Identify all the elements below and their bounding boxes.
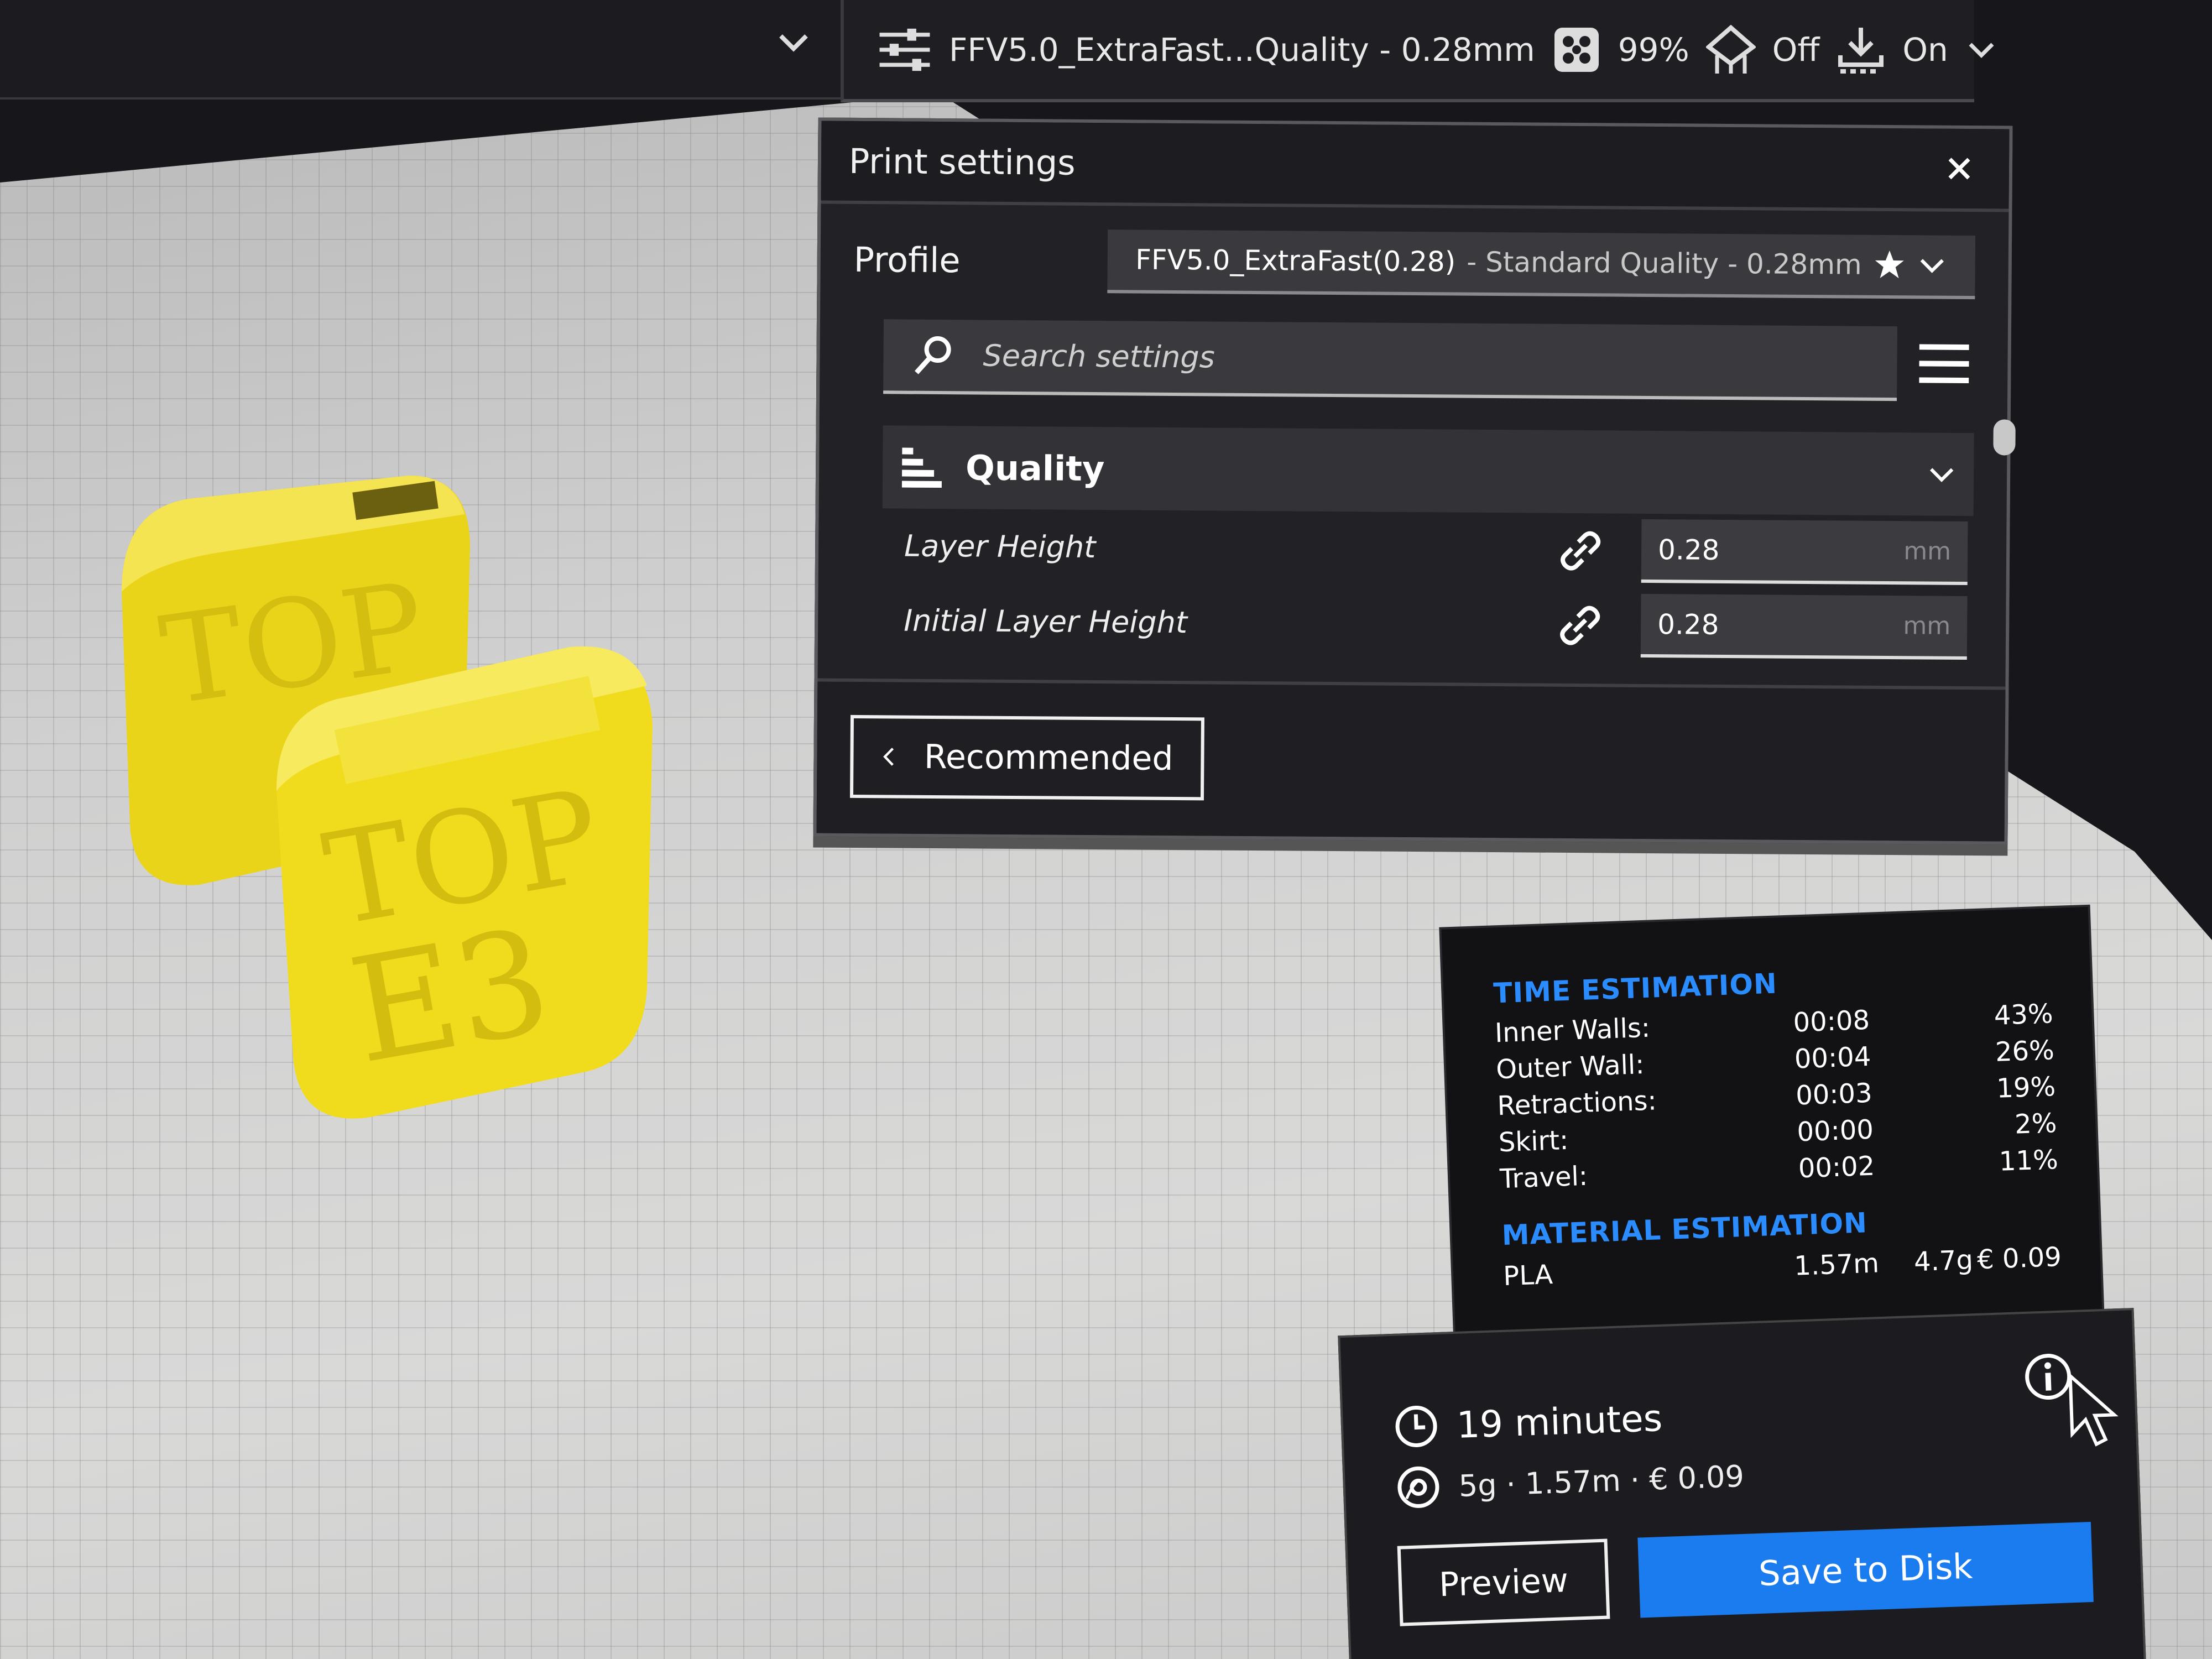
estimation-percent: 2% xyxy=(2014,1108,2058,1140)
adhesion-value: On xyxy=(1902,30,1948,69)
print-setup-toolbar[interactable]: FFV5.0_ExtraFast...Quality - 0.28mm 99% … xyxy=(841,0,1994,102)
search-box[interactable] xyxy=(883,319,1897,401)
profile-label: Profile xyxy=(853,239,961,280)
left-toolbar-strip xyxy=(0,0,841,100)
estimation-time: 00:04 xyxy=(1794,1041,1872,1075)
print-settings-panel: Print settings Profile FFV5.0_ExtraFast(… xyxy=(813,117,2016,845)
quality-icon xyxy=(901,447,942,488)
material-weight: 4.7g xyxy=(1913,1244,1974,1278)
chevron-left-icon xyxy=(883,748,894,766)
setting-row-initial-layer-height: Initial Layer Height 0.28 mm xyxy=(904,583,1968,665)
profile-dropdown[interactable]: FFV5.0_ExtraFast(0.28) - Standard Qualit… xyxy=(1107,229,1976,299)
spool-icon xyxy=(1397,1466,1439,1508)
link-icon[interactable] xyxy=(1553,523,1609,578)
output-panel: 19 minutes 5g · 1.57m · € 0.09 Preview S… xyxy=(1338,1308,2146,1659)
search-input[interactable] xyxy=(983,338,1870,379)
material-cost: € 0.09 xyxy=(1976,1241,2062,1276)
quality-section-header[interactable]: Quality xyxy=(882,419,2016,517)
recommended-label: Recommended xyxy=(924,737,1173,778)
clock-icon xyxy=(1395,1405,1437,1447)
estimation-percent: 26% xyxy=(1995,1035,2055,1068)
estimation-percent: 19% xyxy=(1996,1071,2056,1104)
setting-value: 0.28 xyxy=(1657,533,1720,566)
toolbar-profile-summary[interactable]: FFV5.0_ExtraFast...Quality - 0.28mm xyxy=(949,31,1535,69)
infill-icon xyxy=(1552,22,1601,77)
estimation-percent: 43% xyxy=(1993,998,2054,1031)
settings-menu-icon[interactable] xyxy=(1913,333,1975,394)
setting-unit: mm xyxy=(1903,537,1952,566)
setting-unit: mm xyxy=(1903,612,1951,640)
close-icon[interactable] xyxy=(1937,147,1982,191)
output-buttons: Preview Save to Disk xyxy=(1397,1522,2098,1626)
setting-value: 0.28 xyxy=(1657,608,1719,641)
layer-height-field[interactable]: 0.28 mm xyxy=(1641,519,1968,586)
adhesion-icon xyxy=(1836,22,1886,77)
search-row xyxy=(883,315,1975,405)
support-value: Off xyxy=(1772,30,1820,69)
sliders-icon xyxy=(877,22,932,77)
profile-name: FFV5.0_ExtraFast(0.28) xyxy=(1135,243,1456,278)
chevron-down-icon[interactable] xyxy=(774,22,813,61)
toolbar-chevron-down-icon[interactable] xyxy=(1965,22,1998,77)
estimation-tooltip: TIME ESTIMATION Inner Walls: 00:08 43% O… xyxy=(1441,906,2104,1372)
profile-detail: - Standard Quality - 0.28mm xyxy=(1467,246,1862,281)
profile-chevron-down-icon[interactable] xyxy=(1917,250,1948,280)
model-front-label-bottom: E3 xyxy=(339,898,561,1096)
estimation-label: Travel: xyxy=(1499,1160,1588,1195)
star-icon[interactable] xyxy=(1873,248,1906,281)
estimation-time: 00:03 xyxy=(1795,1077,1873,1112)
model-front[interactable]: TOP E3 xyxy=(260,636,680,1134)
estimation-time: 00:08 xyxy=(1792,1004,1870,1039)
material-summary: 5g · 1.57m · € 0.09 xyxy=(1458,1458,1745,1504)
panel-title: Print settings xyxy=(848,140,1076,183)
mouse-cursor-icon xyxy=(2068,1372,2119,1447)
search-icon xyxy=(915,336,951,374)
panel-header: Print settings xyxy=(821,121,2010,212)
estimation-time: 00:02 xyxy=(1797,1150,1876,1185)
info-icon[interactable] xyxy=(2022,1351,2074,1402)
section-chevron-down-icon[interactable] xyxy=(1927,459,1957,489)
scrollbar-thumb[interactable] xyxy=(1993,419,2016,456)
print-time: 19 minutes xyxy=(1455,1396,1663,1447)
estimation-time: 00:00 xyxy=(1796,1114,1874,1148)
save-to-disk-button[interactable]: Save to Disk xyxy=(1637,1522,2094,1618)
material-name: PLA xyxy=(1503,1259,1553,1292)
panel-footer: Recommended xyxy=(816,678,2006,842)
profile-row: Profile FFV5.0_ExtraFast(0.28) - Standar… xyxy=(820,204,2008,323)
quality-section-title: Quality xyxy=(965,447,1105,489)
support-icon xyxy=(1705,22,1756,77)
recommended-button[interactable]: Recommended xyxy=(849,714,1205,801)
setting-label: Layer Height xyxy=(904,528,1096,565)
material-length: 1.57m xyxy=(1793,1248,1880,1282)
link-icon[interactable] xyxy=(1552,597,1608,653)
preview-button[interactable]: Preview xyxy=(1397,1538,1610,1626)
infill-value: 99% xyxy=(1618,30,1689,69)
setting-label: Initial Layer Height xyxy=(903,603,1188,640)
initial-layer-height-field[interactable]: 0.28 mm xyxy=(1640,593,1968,660)
setting-row-layer-height: Layer Height 0.28 mm xyxy=(904,509,1968,591)
estimation-percent: 11% xyxy=(1999,1144,2059,1177)
